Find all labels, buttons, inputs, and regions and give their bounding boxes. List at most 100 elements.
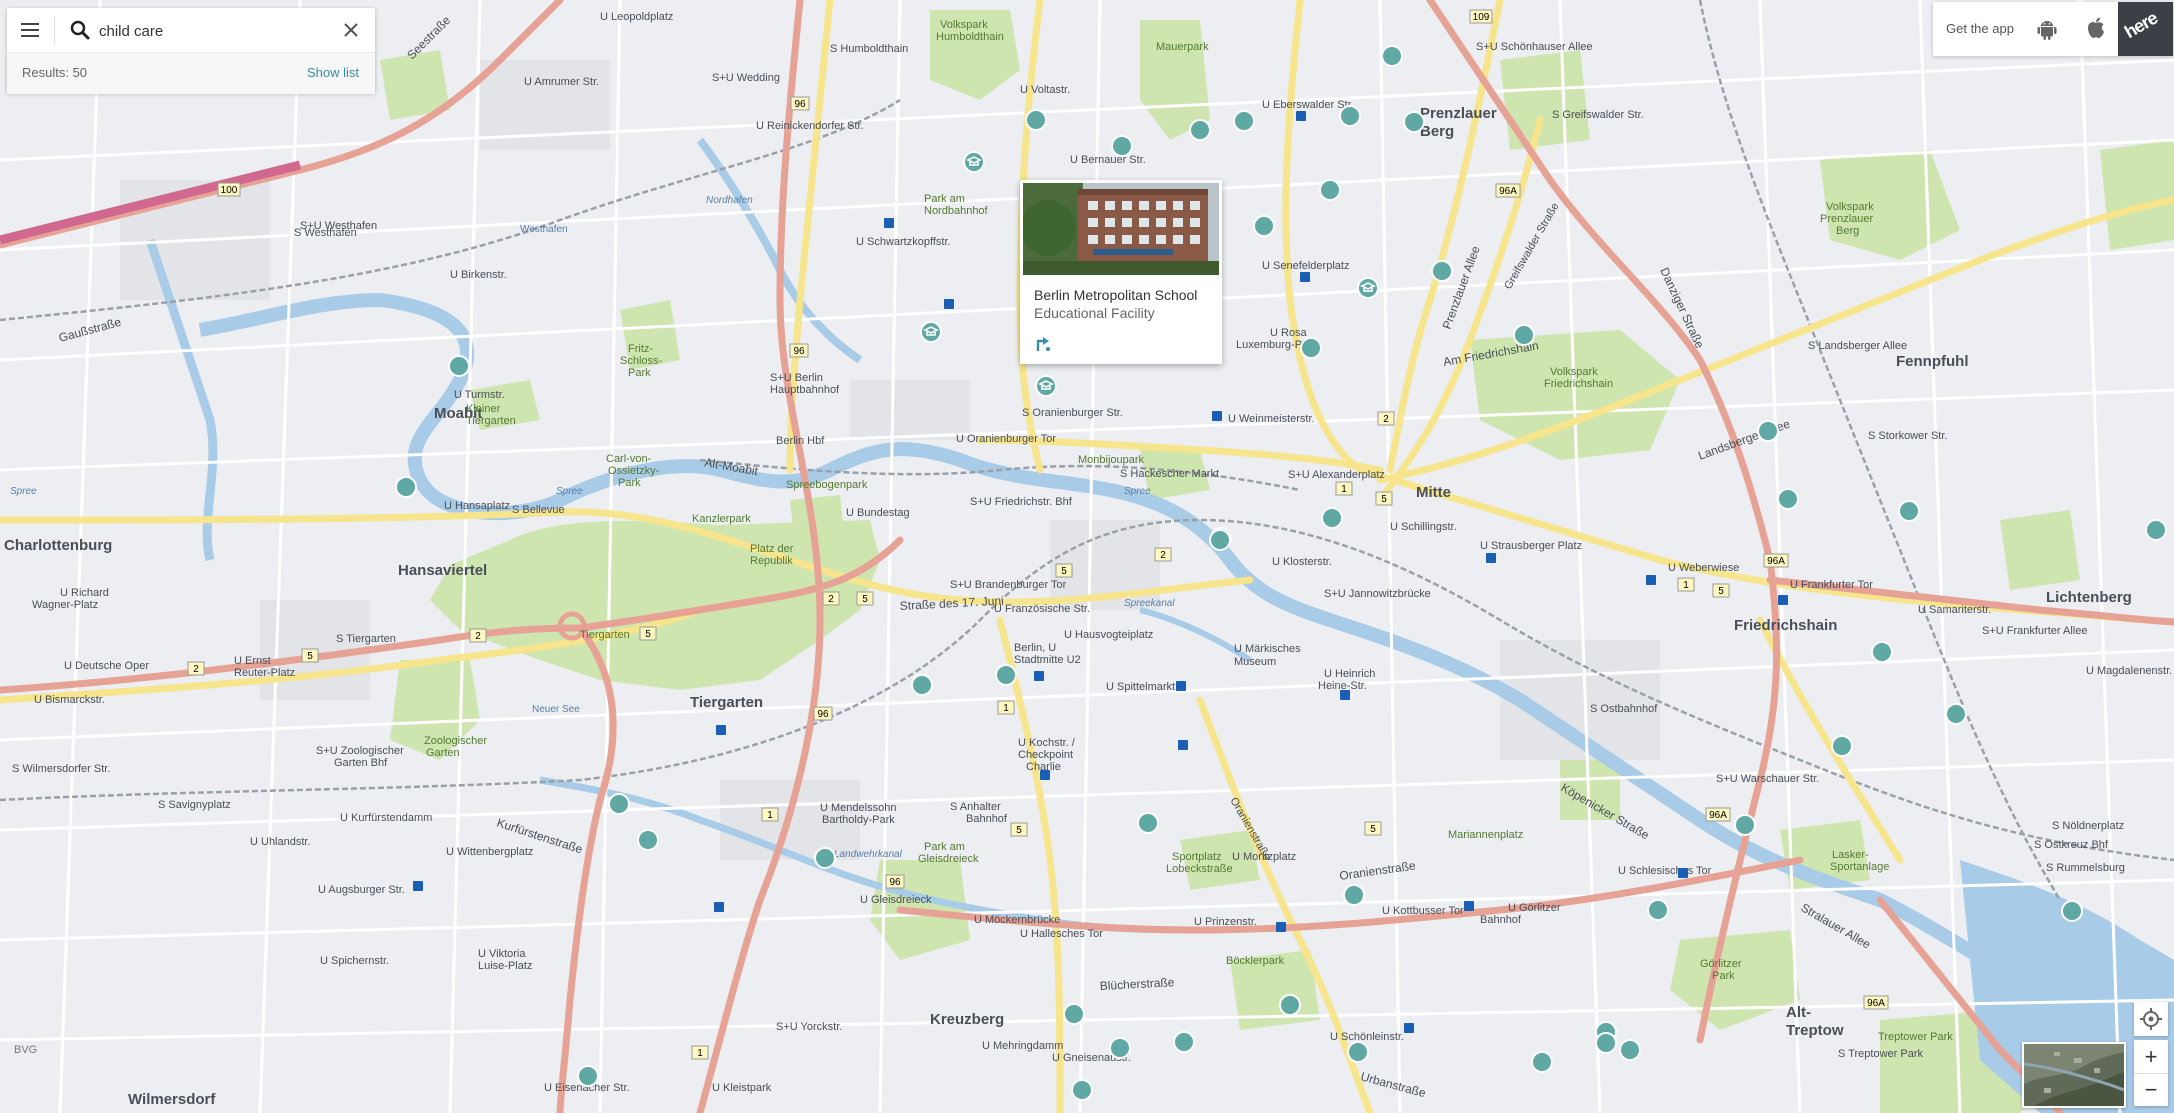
search-input[interactable] [97, 18, 331, 44]
svg-text:Spree: Spree [556, 486, 583, 497]
place-category: Educational Facility [1034, 305, 1155, 321]
marker-childcare-34 [608, 793, 630, 815]
svg-text:5: 5 [307, 651, 313, 662]
svg-text:Luxemburg-Pl.: Luxemburg-Pl. [1236, 339, 1308, 351]
marker-childcare-27 [1109, 1037, 1131, 1059]
svg-text:Luise-Platz: Luise-Platz [478, 960, 532, 972]
svg-text:96A: 96A [1709, 810, 1727, 821]
marker-childcare-19 [2061, 900, 2083, 922]
svg-text:U Mendelssohn: U Mendelssohn [820, 802, 896, 814]
map-base-layer[interactable]: Moabit Hansaviertel Tiergarten Charlotte… [0, 0, 2174, 1113]
svg-text:U Prinzenstr.: U Prinzenstr. [1194, 916, 1257, 928]
close-icon[interactable] [341, 20, 361, 40]
label-friedrichshain: Friedrichshain [1734, 617, 1837, 634]
marker-childcare-25 [1595, 1032, 1617, 1054]
locate-me-button[interactable] [2134, 1002, 2168, 1036]
svg-text:Volkspark: Volkspark [1826, 201, 1874, 213]
svg-text:Reuter-Platz: Reuter-Platz [234, 667, 295, 679]
svg-text:5: 5 [1061, 566, 1067, 577]
route-directions-icon[interactable] [1034, 333, 1054, 353]
svg-text:U Oranienburger Tor: U Oranienburger Tor [956, 433, 1056, 445]
label-wilmersdorf: Wilmersdorf [128, 1091, 216, 1108]
svg-text:U Uhlandstr.: U Uhlandstr. [250, 836, 311, 848]
marker-school-3 [1431, 260, 1453, 282]
android-icon[interactable] [2036, 18, 2058, 40]
get-app-label: Get the app [1946, 21, 2014, 36]
marker-childcare-26 [1173, 1031, 1195, 1053]
hamburger-menu-icon[interactable] [21, 23, 39, 37]
svg-text:Spreebogenpark: Spreebogenpark [786, 479, 868, 491]
brand-logo-text: here [2121, 7, 2161, 43]
marker-school-13 [911, 674, 933, 696]
place-popup[interactable]: Berlin Metropolitan School Educational F… [1020, 180, 1222, 364]
svg-text:U Magdalenenstr.: U Magdalenenstr. [2086, 665, 2172, 677]
svg-text:S Tiergarten: S Tiergarten [336, 633, 396, 645]
svg-text:Garten: Garten [426, 747, 460, 759]
zoom-in-button[interactable]: + [2134, 1040, 2168, 1074]
svg-text:Garten Bhf: Garten Bhf [334, 757, 388, 769]
svg-text:96A: 96A [1767, 556, 1785, 567]
svg-text:S+U Zoologischer: S+U Zoologischer [316, 745, 404, 757]
svg-text:Monbijoupark: Monbijoupark [1078, 454, 1145, 466]
svg-text:U Turmstr.: U Turmstr. [454, 389, 505, 401]
svg-text:S+U Warschauer Str.: S+U Warschauer Str. [1716, 773, 1819, 785]
svg-text:Stadtmitte U2: Stadtmitte U2 [1014, 654, 1081, 666]
marker-school-14 [577, 1065, 599, 1087]
svg-text:S Rummelsburg: S Rummelsburg [2046, 862, 2125, 874]
marker-childcare-8 [1319, 179, 1341, 201]
marker-school-4 [1513, 324, 1535, 346]
svg-text:Friedrichshain: Friedrichshain [1544, 378, 1613, 390]
svg-text:Gleisdreieck: Gleisdreieck [918, 853, 979, 865]
svg-text:Görlitzer: Görlitzer [1700, 958, 1742, 970]
svg-text:U Hallesches Tor: U Hallesches Tor [1020, 928, 1103, 940]
svg-text:96A: 96A [1499, 186, 1517, 197]
svg-text:S+U Jannowitzbrücke: S+U Jannowitzbrücke [1324, 588, 1431, 600]
map-canvas[interactable]: Moabit Hansaviertel Tiergarten Charlotte… [0, 0, 2174, 1113]
marker-childcare-33 [637, 829, 659, 851]
svg-text:1: 1 [1003, 703, 1009, 714]
svg-text:U Klosterstr.: U Klosterstr. [1272, 556, 1332, 568]
marker-school-10 [1321, 507, 1343, 529]
svg-text:S+U Yorckstr.: S+U Yorckstr. [776, 1021, 842, 1033]
svg-text:Park: Park [618, 477, 641, 489]
label-charlottenburg: Charlottenburg [4, 537, 112, 554]
marker-childcare-28 [1063, 1003, 1085, 1025]
show-list-link[interactable]: Show list [307, 65, 359, 80]
svg-text:Lobeckstraße: Lobeckstraße [1166, 863, 1233, 875]
svg-text:Neuer See: Neuer See [532, 704, 580, 715]
svg-text:U Strausberger Platz: U Strausberger Platz [1480, 540, 1582, 552]
svg-text:5: 5 [1381, 494, 1387, 505]
svg-text:100: 100 [221, 185, 238, 196]
app-download-bar: Get the app here [1933, 2, 2173, 56]
svg-text:Park: Park [628, 367, 651, 379]
svg-text:U Birkenstr.: U Birkenstr. [450, 269, 507, 281]
marker-childcare-1 [1025, 109, 1047, 131]
svg-text:U Hausvogteiplatz: U Hausvogteiplatz [1064, 629, 1153, 641]
svg-text:5: 5 [1370, 824, 1376, 835]
svg-text:Spreekanal: Spreekanal [1124, 598, 1175, 609]
svg-text:Bahnhof: Bahnhof [966, 813, 1008, 825]
svg-text:U Wittenbergplatz: U Wittenbergplatz [446, 846, 533, 858]
marker-childcare-6 [1403, 111, 1425, 133]
svg-text:96: 96 [889, 877, 901, 888]
svg-text:Schloss-: Schloss- [620, 355, 663, 367]
svg-text:2: 2 [1160, 550, 1166, 561]
satellite-minimap-toggle[interactable] [2022, 1042, 2126, 1108]
svg-text:U Bundestag: U Bundestag [846, 507, 910, 519]
svg-text:Kleiner: Kleiner [466, 403, 501, 415]
svg-text:U Hansaplatz: U Hansaplatz [444, 500, 510, 512]
svg-text:Wagner-Platz: Wagner-Platz [32, 599, 98, 611]
svg-text:U Französische Str.: U Französische Str. [994, 603, 1090, 615]
divider [54, 16, 55, 44]
marker-childcare-14 [1871, 641, 1893, 663]
svg-text:Sportplatz: Sportplatz [1172, 851, 1222, 863]
label-fennpfuhl: Fennpfuhl [1896, 353, 1968, 370]
search-icon[interactable] [69, 19, 91, 41]
svg-text:1: 1 [767, 810, 773, 821]
svg-text:U Schönleinstr.: U Schönleinstr. [1330, 1031, 1404, 1043]
svg-text:U Märkisches: U Märkisches [1234, 643, 1301, 655]
apple-icon[interactable] [2085, 16, 2107, 40]
marker-childcare-30 [1137, 812, 1159, 834]
zoom-out-button[interactable]: − [2134, 1073, 2168, 1106]
svg-text:Sportanlage: Sportanlage [1830, 861, 1889, 873]
